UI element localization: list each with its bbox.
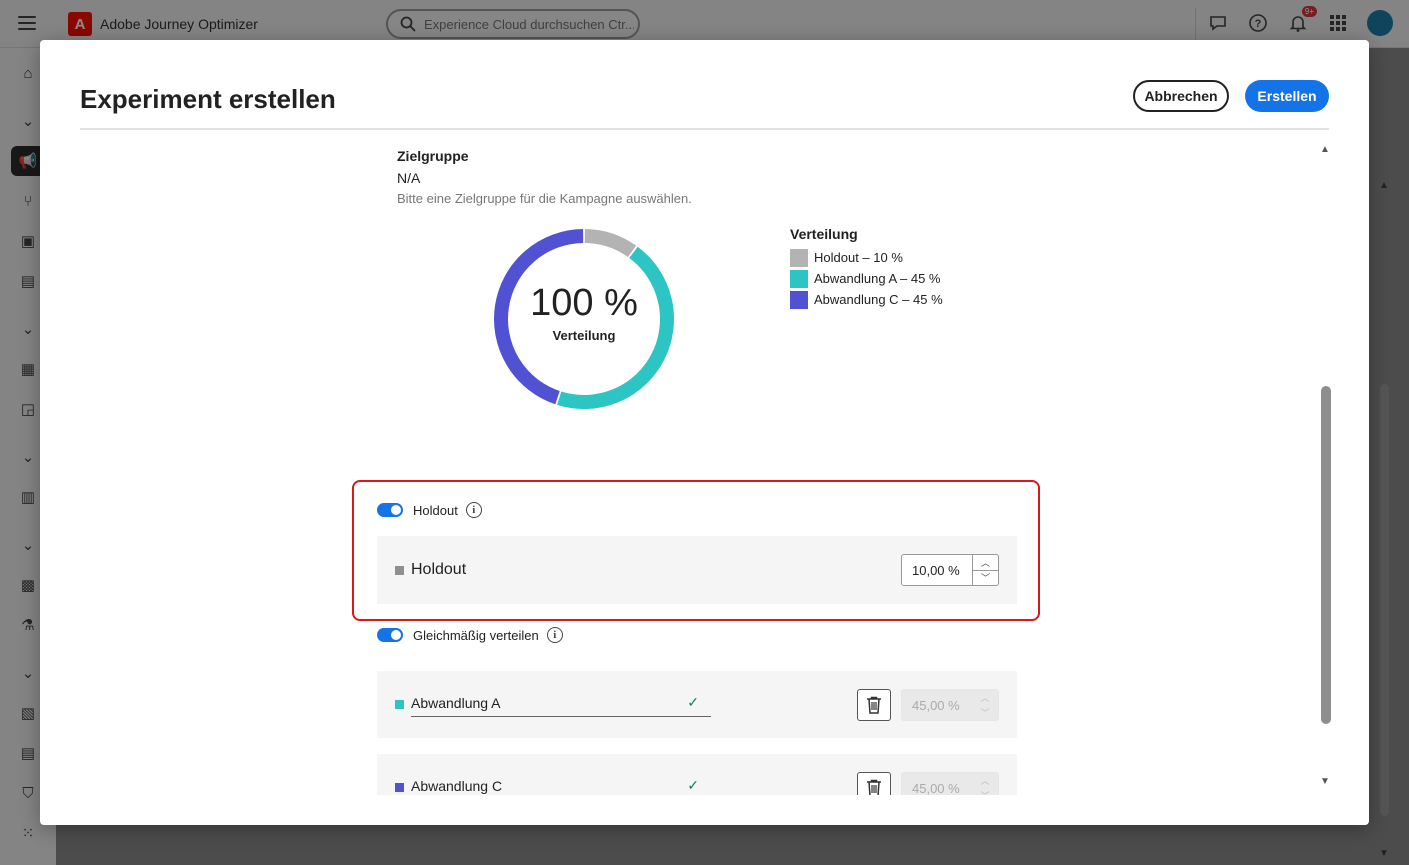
donut-segment-holdout — [584, 229, 637, 258]
dialog-title: Experiment erstellen — [80, 84, 336, 114]
chevron-up-icon: ︿ — [980, 693, 990, 703]
chevron-down-icon: ﹀ — [972, 788, 998, 795]
variant-stepper: ︿ ﹀ — [972, 690, 998, 720]
page-scroll-thumb[interactable] — [1380, 384, 1389, 816]
variant-name-field[interactable]: ✓ — [411, 772, 711, 795]
trash-icon — [867, 696, 881, 714]
scroll-down-icon[interactable]: ▼ — [1320, 776, 1330, 787]
info-icon[interactable]: i — [465, 502, 482, 518]
trash-icon — [867, 779, 881, 795]
legend-item-variant-a: Abwandlung A – 45 % — [790, 268, 943, 289]
chevron-down-icon[interactable]: ﹀ — [973, 571, 998, 586]
legend-item-holdout: Holdout – 10 % — [790, 247, 943, 268]
scroll-down-icon[interactable]: ▼ — [1379, 848, 1389, 859]
variant-row-c: ✓ ︿ ﹀ — [377, 754, 1017, 795]
delete-variant-button[interactable] — [857, 689, 891, 721]
holdout-toggle-label: Holdout — [413, 502, 458, 518]
dialog-content: Zielgruppe N/A Bitte eine Zielgruppe für… — [40, 130, 1369, 795]
even-split-toggle[interactable] — [377, 628, 403, 642]
variant-name-input[interactable] — [411, 777, 671, 794]
variant-name-field[interactable]: ✓ — [411, 689, 711, 717]
holdout-name: Holdout — [411, 561, 467, 578]
legend-swatch — [790, 290, 808, 309]
distribution-card: Zielgruppe N/A Bitte eine Zielgruppe für… — [377, 142, 1017, 434]
holdout-toggle[interactable] — [377, 503, 403, 517]
legend-swatch — [790, 248, 808, 267]
even-split-toggle-label: Gleichmäßig verteilen — [413, 627, 539, 643]
dialog-scroll-thumb[interactable] — [1321, 386, 1331, 724]
cancel-button[interactable]: Abbrechen — [1133, 80, 1229, 112]
variant-percent-input — [902, 697, 972, 713]
variant-percent-input — [902, 780, 972, 795]
donut-center-label: Verteilung — [552, 328, 616, 343]
legend-label: Abwandlung C – 45 % — [814, 292, 943, 307]
delete-variant-button[interactable] — [857, 772, 891, 795]
chevron-up-icon[interactable]: ︿ — [973, 555, 998, 571]
scroll-up-icon[interactable]: ▲ — [1379, 180, 1389, 191]
legend-swatch — [790, 269, 808, 288]
checkmark-icon: ✓ — [687, 694, 699, 710]
variant-stepper: ︿ ﹀ — [972, 773, 998, 795]
even-split-toggle-row: Gleichmäßig verteilen i — [377, 623, 563, 647]
create-button[interactable]: Erstellen — [1245, 80, 1329, 112]
scroll-up-icon[interactable]: ▲ — [1320, 144, 1330, 155]
dialog-scrollbar[interactable]: ▲ ▼ — [1320, 140, 1332, 790]
holdout-toggle-row: Holdout i — [377, 498, 482, 522]
info-icon[interactable]: i — [546, 627, 563, 643]
legend-title: Verteilung — [790, 226, 858, 242]
checkmark-icon: ✓ — [687, 777, 699, 793]
variant-percent-field: ︿ ﹀ — [901, 689, 999, 721]
legend-label: Abwandlung A – 45 % — [814, 271, 941, 286]
chevron-down-icon: ﹀ — [980, 708, 990, 718]
variant-name-input[interactable] — [411, 694, 671, 711]
holdout-percent-field[interactable]: ︿ ﹀ — [901, 554, 999, 586]
holdout-row: Holdout ︿ ﹀ — [377, 536, 1017, 604]
page-scrollbar[interactable]: ▲ ▼ — [1378, 178, 1390, 859]
holdout-color-square — [395, 566, 404, 575]
legend-label: Holdout – 10 % — [814, 250, 903, 265]
audience-label: Zielgruppe — [397, 148, 469, 164]
variant-color-square — [395, 783, 404, 792]
distribution-legend: Verteilung Holdout – 10 % Abwandlung A –… — [790, 226, 943, 310]
audience-hint: Bitte eine Zielgruppe für die Kampagne a… — [397, 191, 692, 206]
donut-center-value: 100 % — [530, 282, 638, 324]
audience-value: N/A — [397, 170, 421, 186]
chevron-up-icon: ︿ — [980, 776, 990, 786]
holdout-stepper[interactable]: ︿ ﹀ — [972, 555, 998, 585]
holdout-percent-input[interactable] — [902, 562, 972, 578]
variant-percent-field: ︿ ﹀ — [901, 772, 999, 795]
variant-color-square — [395, 700, 404, 709]
create-experiment-dialog: Experiment erstellen Abbrechen Erstellen… — [40, 40, 1369, 825]
legend-item-variant-c: Abwandlung C – 45 % — [790, 289, 943, 310]
variant-row-a: ✓ ︿ ﹀ — [377, 671, 1017, 738]
